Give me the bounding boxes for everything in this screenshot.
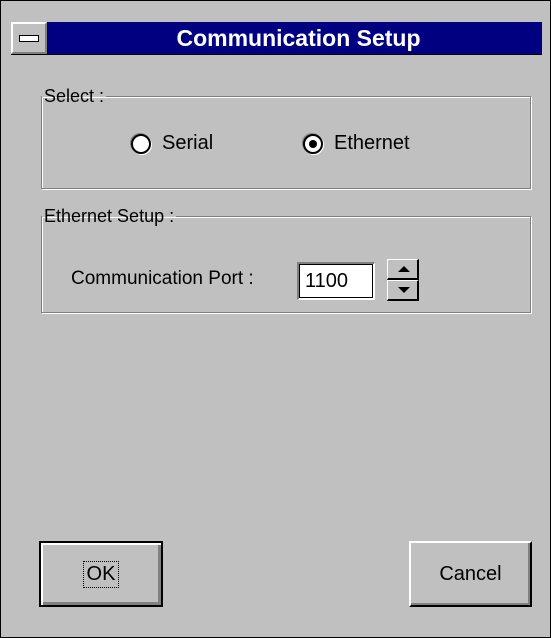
serial-radio-icon[interactable] <box>131 133 151 154</box>
spin-up-button[interactable] <box>387 259 419 280</box>
ethernet-radio[interactable]: Ethernet <box>303 132 410 155</box>
select-group-label: Select : <box>44 86 105 106</box>
serial-radio-label: Serial <box>162 132 214 154</box>
port-spinner[interactable] <box>387 259 419 301</box>
ok-button[interactable]: OK <box>39 541 163 607</box>
ethernet-radio-label: Ethernet <box>334 132 410 154</box>
ok-button-label: OK <box>82 560 120 588</box>
ethernet-radio-icon[interactable] <box>303 133 323 154</box>
select-groupbox: Select : <box>41 87 531 189</box>
serial-radio[interactable]: Serial <box>131 132 213 155</box>
cancel-button-label: Cancel <box>439 562 502 585</box>
spin-down-button[interactable] <box>387 280 419 301</box>
system-menu-icon <box>19 35 39 42</box>
window-title: Communication Setup <box>176 25 421 51</box>
radio-selected-dot <box>309 139 317 148</box>
ethernet-setup-groupbox: Ethernet Setup : <box>41 207 531 313</box>
ethernet-setup-label: Ethernet Setup : <box>44 206 175 226</box>
cancel-button[interactable]: Cancel <box>409 541 532 607</box>
system-menu-button[interactable] <box>11 22 47 54</box>
communication-port-label: Communication Port : <box>71 268 254 289</box>
arrow-up-icon <box>398 266 410 272</box>
communication-port-input[interactable] <box>297 262 375 300</box>
communication-setup-dialog: Communication Setup Select : Serial Ethe… <box>0 0 551 638</box>
title-bar[interactable]: Communication Setup <box>11 22 542 55</box>
arrow-down-icon <box>398 287 410 293</box>
